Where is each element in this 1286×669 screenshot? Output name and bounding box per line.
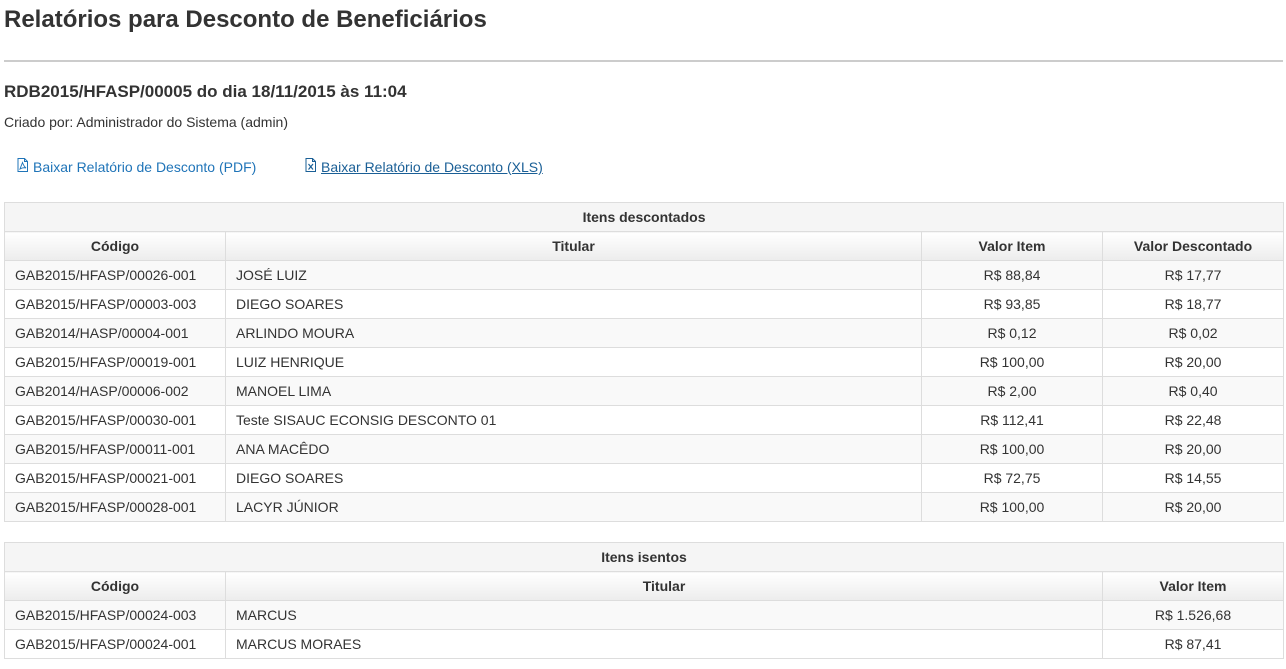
table-row: GAB2014/HASP/00006-002 MANOEL LIMA R$ 2,00… bbox=[4, 376, 1285, 406]
table-cell: GAB2014/HASP/00006-002 bbox=[4, 376, 226, 406]
table-cell: ANA MACÊDO bbox=[225, 434, 922, 464]
discounted-items-table: Itens descontados Código Titular Valor Ite… bbox=[3, 202, 1285, 522]
excel-file-icon bbox=[304, 157, 321, 177]
column-header: Titular bbox=[225, 231, 922, 261]
page-title: Relatórios para Desconto de Beneficiário… bbox=[4, 6, 487, 33]
table-row: GAB2015/HFASP/00019-001 LUIZ HENRIQUE R$ 1… bbox=[4, 347, 1285, 377]
table-cell: ARLINDO MOURA bbox=[225, 318, 922, 348]
column-header: Código bbox=[4, 231, 226, 261]
table-cell: LACYR JÚNIOR bbox=[225, 492, 922, 522]
table-cell: DIEGO SOARES bbox=[225, 463, 922, 493]
table-cell: R$ 93,85 bbox=[921, 289, 1103, 319]
table-cell: GAB2015/HFASP/00028-001 bbox=[4, 492, 226, 522]
table-cell: R$ 20,00 bbox=[1101, 347, 1285, 377]
table-cell: GAB2015/HFASP/00026-001 bbox=[4, 260, 226, 290]
table-cell: R$ 100,00 bbox=[921, 347, 1103, 377]
table-cell: R$ 22,48 bbox=[1101, 405, 1285, 435]
table-cell: R$ 100,00 bbox=[921, 434, 1103, 464]
table-cell: R$ 2,00 bbox=[921, 376, 1103, 406]
download-xls-link[interactable]: Baixar Relatório de Desconto (XLS) bbox=[304, 157, 543, 177]
table-cell: R$ 14,55 bbox=[1101, 463, 1285, 493]
table-cell: GAB2015/HFASP/00024-001 bbox=[4, 629, 226, 659]
table-cell: R$ 20,00 bbox=[1101, 492, 1285, 522]
table-row: GAB2015/HFASP/00011-001 ANA MACÊDO R$ 100,… bbox=[4, 434, 1285, 464]
table-cell: GAB2015/HFASP/00030-001 bbox=[4, 405, 226, 435]
table-row: GAB2014/HASP/00004-001 ARLINDO MOURA R$ 0,… bbox=[4, 318, 1285, 348]
table-cell: R$ 18,77 bbox=[1101, 289, 1285, 319]
table-row: GAB2015/HFASP/00003-003 DIEGO SOARES R$ 93… bbox=[4, 289, 1285, 319]
table-cell: R$ 72,75 bbox=[921, 463, 1103, 493]
table-row: GAB2015/HFASP/00024-001 MARCUS MORAES R$ 8… bbox=[4, 629, 1284, 659]
table-cell: R$ 0,12 bbox=[921, 318, 1103, 348]
header-divider bbox=[4, 60, 1283, 62]
exempt-table-caption: Itens isentos bbox=[4, 542, 1284, 572]
table-cell: MARCUS bbox=[225, 600, 1103, 630]
table-cell: GAB2015/HFASP/00003-003 bbox=[4, 289, 226, 319]
table-cell: GAB2015/HFASP/00021-001 bbox=[4, 463, 226, 493]
table-row: GAB2015/HFASP/00030-001 Teste SISAUC ECON… bbox=[4, 405, 1285, 435]
table-cell: R$ 0,02 bbox=[1101, 318, 1285, 348]
table-row: GAB2015/HFASP/00026-001 JOSÉ LUIZ R$ 88,84… bbox=[4, 260, 1285, 290]
table-row: GAB2015/HFASP/00021-001 DIEGO SOARES R$ 72… bbox=[4, 463, 1285, 493]
discounted-table-caption: Itens descontados bbox=[3, 202, 1285, 232]
table-cell: GAB2015/HFASP/00011-001 bbox=[4, 434, 226, 464]
table-cell: R$ 20,00 bbox=[1101, 434, 1285, 464]
table-cell: GAB2015/HFASP/00019-001 bbox=[4, 347, 226, 377]
table-cell: R$ 88,84 bbox=[921, 260, 1103, 290]
table-cell: MANOEL LIMA bbox=[225, 376, 922, 406]
table-cell: MARCUS MORAES bbox=[225, 629, 1103, 659]
download-pdf-link[interactable]: Baixar Relatório de Desconto (PDF) bbox=[16, 157, 256, 177]
table-cell: JOSÉ LUIZ bbox=[225, 260, 922, 290]
column-header: Titular bbox=[225, 571, 1103, 601]
table-cell: R$ 100,00 bbox=[921, 492, 1103, 522]
download-xls-label: Baixar Relatório de Desconto (XLS) bbox=[321, 159, 543, 175]
table-cell: R$ 87,41 bbox=[1102, 629, 1284, 659]
column-header: Código bbox=[4, 571, 226, 601]
column-header: Valor Descontado bbox=[1101, 231, 1285, 261]
table-cell: R$ 17,77 bbox=[1101, 260, 1285, 290]
report-title: RDB2015/HFASP/00005 do dia 18/11/2015 às… bbox=[4, 82, 407, 101]
download-pdf-label: Baixar Relatório de Desconto (PDF) bbox=[33, 159, 257, 175]
table-cell: R$ 1.526,68 bbox=[1102, 600, 1284, 630]
exempt-items-table: Itens isentos Código Titular Valor Item GA… bbox=[4, 542, 1284, 659]
table-cell: R$ 112,41 bbox=[921, 405, 1103, 435]
table-cell: R$ 0,40 bbox=[1101, 376, 1285, 406]
table-cell: Teste SISAUC ECONSIG DESCONTO 01 bbox=[225, 405, 922, 435]
table-row: GAB2015/HFASP/00024-003 MARCUS R$ 1.526,68 bbox=[4, 600, 1284, 630]
table-cell: GAB2015/HFASP/00024-003 bbox=[4, 600, 226, 630]
column-header: Valor Item bbox=[1102, 571, 1284, 601]
table-row: GAB2015/HFASP/00028-001 LACYR JÚNIOR R$ 10… bbox=[4, 492, 1285, 522]
table-cell: GAB2014/HASP/00004-001 bbox=[4, 318, 226, 348]
table-cell: LUIZ HENRIQUE bbox=[225, 347, 922, 377]
column-header: Valor Item bbox=[921, 231, 1103, 261]
table-cell: DIEGO SOARES bbox=[225, 289, 922, 319]
created-by-text: Criado por: Administrador do Sistema (ad… bbox=[4, 114, 289, 130]
pdf-file-icon bbox=[16, 157, 33, 177]
